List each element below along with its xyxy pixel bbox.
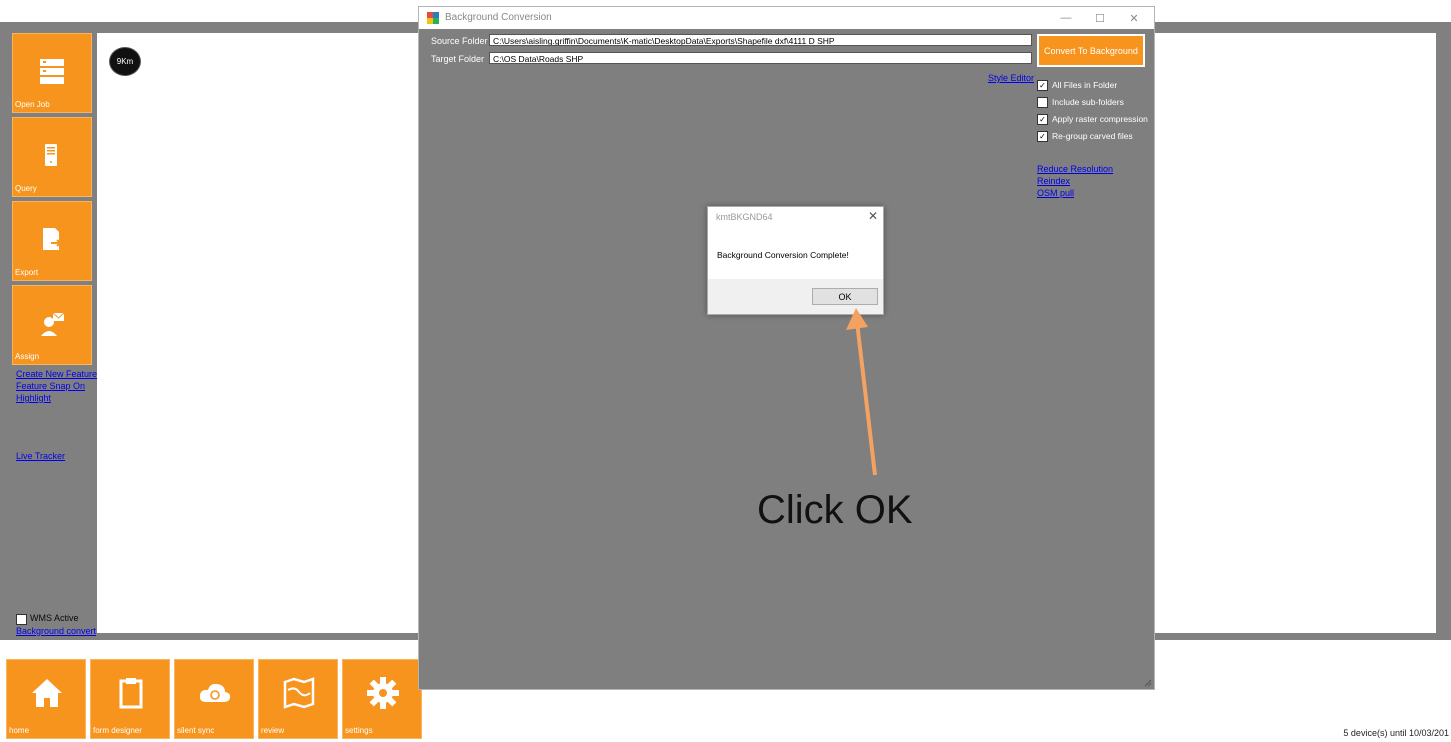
reduce-resolution-link[interactable]: Reduce Resolution	[1037, 164, 1113, 174]
assign-user-icon	[41, 312, 65, 336]
map-scale-badge: 9Km	[109, 47, 141, 76]
reindex-link[interactable]: Reindex	[1037, 176, 1070, 186]
callout-arrow	[846, 308, 877, 476]
source-folder-field[interactable]: C:\Users\aisling.griffin\Documents\K-mat…	[489, 34, 1032, 46]
target-folder-field[interactable]: C:\OS Data\Roads SHP	[489, 52, 1032, 64]
highlight-link[interactable]: Highlight	[16, 393, 51, 403]
settings-label: settings	[345, 726, 373, 735]
include-subfolders-label: Include sub-folders	[1052, 97, 1124, 107]
cloud-sync-icon	[199, 683, 231, 702]
home-label: home	[9, 726, 30, 735]
minimize-button[interactable]: —	[1049, 9, 1083, 27]
callout-text: Click OK	[757, 488, 913, 532]
background-convert-link[interactable]: Background convert	[16, 626, 96, 636]
conversion-complete-dialog: kmtBKGND64 ✕ Background Conversion Compl…	[707, 206, 884, 315]
dialog-title: kmtBKGND64	[716, 212, 773, 222]
wms-active-checkbox[interactable]	[16, 614, 27, 625]
home-button[interactable]: home	[6, 659, 86, 739]
target-folder-label: Target Folder	[431, 54, 485, 64]
export-button[interactable]: Export	[12, 201, 92, 281]
query-label: Query	[15, 184, 37, 193]
include-subfolders-checkbox[interactable]	[1037, 97, 1048, 108]
export-label: Export	[15, 268, 39, 277]
feature-snap-on-link[interactable]: Feature Snap On	[16, 381, 85, 391]
gear-icon	[367, 677, 399, 709]
live-tracker-link[interactable]: Live Tracker	[16, 451, 65, 461]
dialog-message: Background Conversion Complete!	[717, 250, 849, 260]
app-icon	[427, 12, 439, 24]
form-designer-button[interactable]: form designer	[90, 659, 170, 739]
all-files-label: All Files in Folder	[1052, 80, 1118, 90]
source-folder-label: Source Folder	[431, 36, 488, 46]
maximize-button[interactable]: ☐	[1083, 9, 1117, 27]
close-button[interactable]: ✕	[1117, 9, 1151, 27]
resize-grip-icon[interactable]	[1144, 679, 1152, 687]
device-license-status: 5 device(s) until 10/03/201	[1343, 728, 1449, 738]
map-icon	[283, 677, 315, 709]
open-job-label: Open Job	[15, 100, 50, 109]
export-icon	[43, 228, 62, 250]
document-icon	[45, 144, 57, 166]
regroup-carved-files-checkbox[interactable]: ✓	[1037, 131, 1048, 142]
open-job-button[interactable]: Open Job	[12, 33, 92, 113]
home-icon	[32, 679, 62, 707]
osm-pull-link[interactable]: OSM pull	[1037, 188, 1074, 198]
form-designer-label: form designer	[93, 726, 142, 735]
dialog-close-button[interactable]: ✕	[868, 209, 878, 223]
query-button[interactable]: Query	[12, 117, 92, 197]
assign-button[interactable]: Assign	[12, 285, 92, 365]
window-title-bar[interactable]: Background Conversion — ☐ ✕	[419, 7, 1154, 29]
server-icon	[40, 59, 64, 84]
silent-sync-label: silent sync	[177, 726, 215, 735]
assign-label: Assign	[15, 352, 40, 361]
style-editor-link[interactable]: Style Editor	[988, 73, 1034, 83]
review-button[interactable]: review	[258, 659, 338, 739]
regroup-carved-files-label: Re-group carved files	[1052, 131, 1133, 141]
silent-sync-button[interactable]: silent sync	[174, 659, 254, 739]
background-conversion-window: Background Conversion — ☐ ✕ Source Folde…	[418, 6, 1155, 690]
apply-raster-compression-checkbox[interactable]: ✓	[1037, 114, 1048, 125]
create-new-feature-link[interactable]: Create New Feature	[16, 369, 97, 379]
review-label: review	[261, 726, 285, 735]
apply-raster-compression-label: Apply raster compression	[1052, 114, 1148, 124]
convert-to-background-button[interactable]: Convert To Background	[1037, 34, 1145, 67]
all-files-checkbox[interactable]: ✓	[1037, 80, 1048, 91]
wms-active-label: WMS Active	[30, 613, 79, 623]
clipboard-icon	[119, 678, 143, 709]
window-title: Background Conversion	[445, 12, 552, 23]
settings-button[interactable]: settings	[342, 659, 422, 739]
